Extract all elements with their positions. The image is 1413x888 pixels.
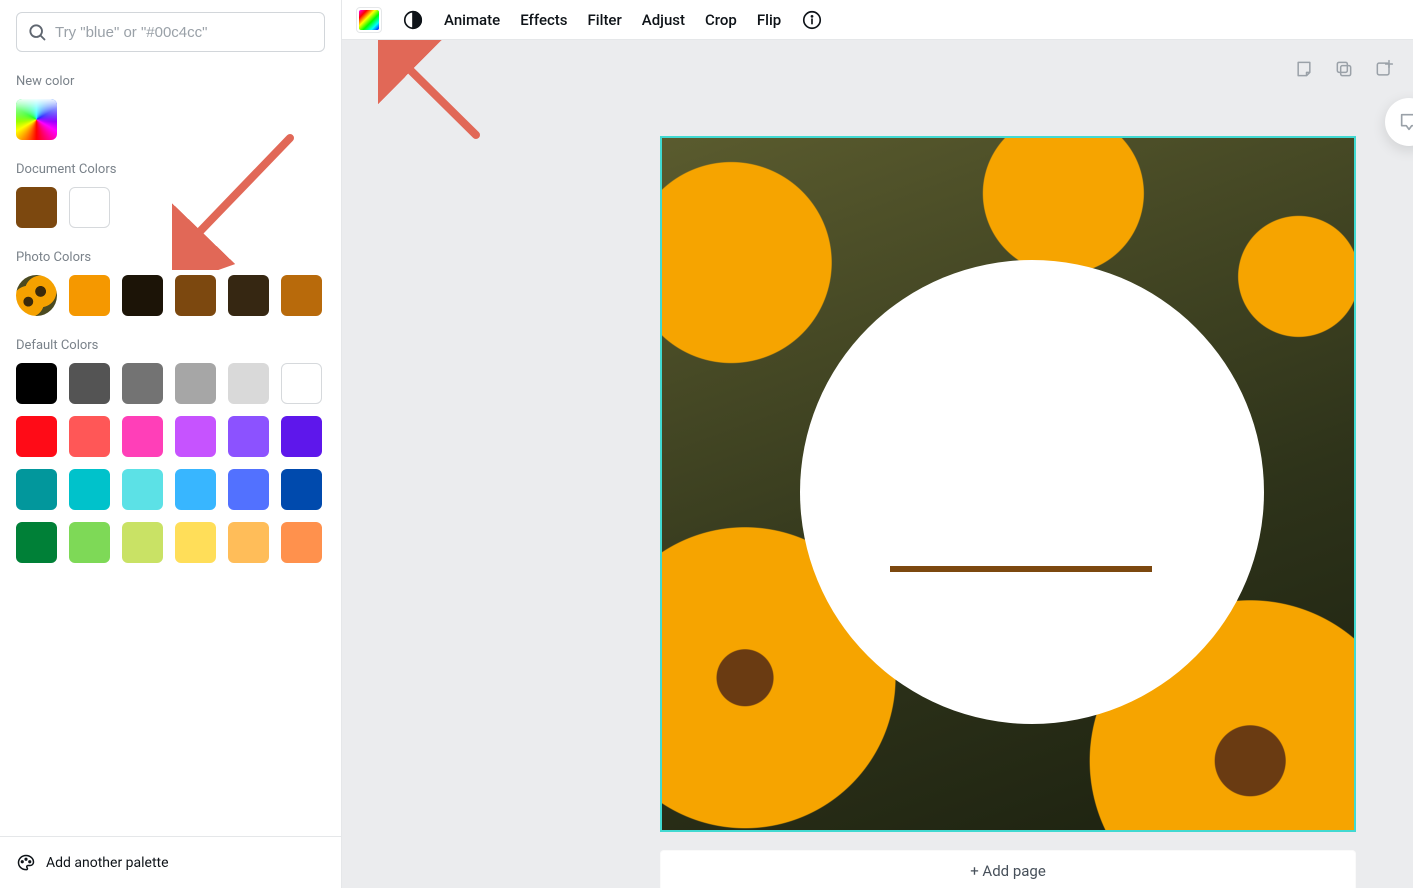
canvas-area[interactable]: + Add page: [342, 40, 1413, 888]
default-color-swatch[interactable]: [175, 522, 216, 563]
add-palette-button[interactable]: Add another palette: [0, 836, 341, 888]
photo-color-swatch[interactable]: [122, 275, 163, 316]
default-color-swatch[interactable]: [228, 469, 269, 510]
info-icon: [801, 9, 823, 31]
transparency-button[interactable]: [402, 9, 424, 31]
default-color-swatch[interactable]: [69, 416, 110, 457]
white-circle-element[interactable]: [800, 260, 1264, 724]
default-color-swatch[interactable]: [122, 469, 163, 510]
default-color-swatch[interactable]: [69, 363, 110, 404]
brown-line-element[interactable]: [890, 566, 1152, 572]
photo-source-swatch[interactable]: [16, 275, 57, 316]
section-new-color: New color: [16, 74, 325, 89]
color-panel: New color Document Colors Photo Colors D…: [0, 0, 342, 888]
effects-button[interactable]: Effects: [520, 11, 567, 29]
default-color-swatch[interactable]: [122, 416, 163, 457]
design-page[interactable]: [660, 136, 1356, 832]
filter-button[interactable]: Filter: [588, 11, 622, 29]
copy-icon: [1334, 59, 1354, 79]
color-search-input[interactable]: [55, 24, 314, 41]
photo-color-swatch[interactable]: [228, 275, 269, 316]
section-photo-colors: Photo Colors: [16, 250, 325, 265]
default-color-swatch[interactable]: [69, 522, 110, 563]
section-document-colors: Document Colors: [16, 162, 325, 177]
comment-button[interactable]: [1385, 98, 1413, 146]
default-color-swatch[interactable]: [281, 469, 322, 510]
notes-icon-button[interactable]: [1293, 58, 1315, 80]
add-palette-label: Add another palette: [46, 855, 169, 871]
default-color-swatch[interactable]: [16, 363, 57, 404]
add-page-icon-button[interactable]: [1373, 58, 1395, 80]
crop-button[interactable]: Crop: [705, 11, 737, 29]
default-color-swatch[interactable]: [281, 363, 322, 404]
section-default-colors: Default Colors: [16, 338, 325, 353]
default-color-swatch[interactable]: [122, 363, 163, 404]
default-color-swatch[interactable]: [228, 522, 269, 563]
upload-icon: [1374, 59, 1394, 79]
default-color-swatch[interactable]: [175, 469, 216, 510]
default-color-swatch[interactable]: [16, 416, 57, 457]
default-color-swatch[interactable]: [175, 416, 216, 457]
document-color-swatch[interactable]: [69, 187, 110, 228]
add-page-label: + Add page: [970, 862, 1046, 880]
circle-half-icon: [402, 9, 424, 31]
adjust-button[interactable]: Adjust: [642, 11, 685, 29]
default-color-swatch[interactable]: [228, 416, 269, 457]
photo-color-swatch[interactable]: [175, 275, 216, 316]
photo-color-swatch[interactable]: [69, 275, 110, 316]
color-button[interactable]: [356, 7, 382, 33]
new-color-swatch[interactable]: [16, 99, 57, 140]
duplicate-page-button[interactable]: [1333, 58, 1355, 80]
default-color-swatch[interactable]: [122, 522, 163, 563]
default-color-swatch[interactable]: [16, 522, 57, 563]
annotation-arrow-colorbtn: [378, 40, 488, 150]
default-color-swatch[interactable]: [69, 469, 110, 510]
top-toolbar: Animate Effects Filter Adjust Crop Flip: [342, 0, 1413, 40]
note-icon: [1294, 59, 1314, 79]
add-page-button[interactable]: + Add page: [660, 850, 1356, 888]
photo-color-swatch[interactable]: [281, 275, 322, 316]
search-icon: [27, 22, 47, 42]
default-color-swatch[interactable]: [16, 469, 57, 510]
document-color-swatch[interactable]: [16, 187, 57, 228]
default-color-swatch[interactable]: [281, 416, 322, 457]
animate-button[interactable]: Animate: [444, 11, 500, 29]
default-color-swatch[interactable]: [228, 363, 269, 404]
color-search[interactable]: [16, 12, 325, 52]
flip-button[interactable]: Flip: [757, 11, 781, 29]
page-actions: [1293, 58, 1395, 80]
comment-icon: [1398, 111, 1413, 133]
info-button[interactable]: [801, 9, 823, 31]
default-color-swatch[interactable]: [175, 363, 216, 404]
palette-plus-icon: [16, 853, 36, 873]
default-color-swatch[interactable]: [281, 522, 322, 563]
